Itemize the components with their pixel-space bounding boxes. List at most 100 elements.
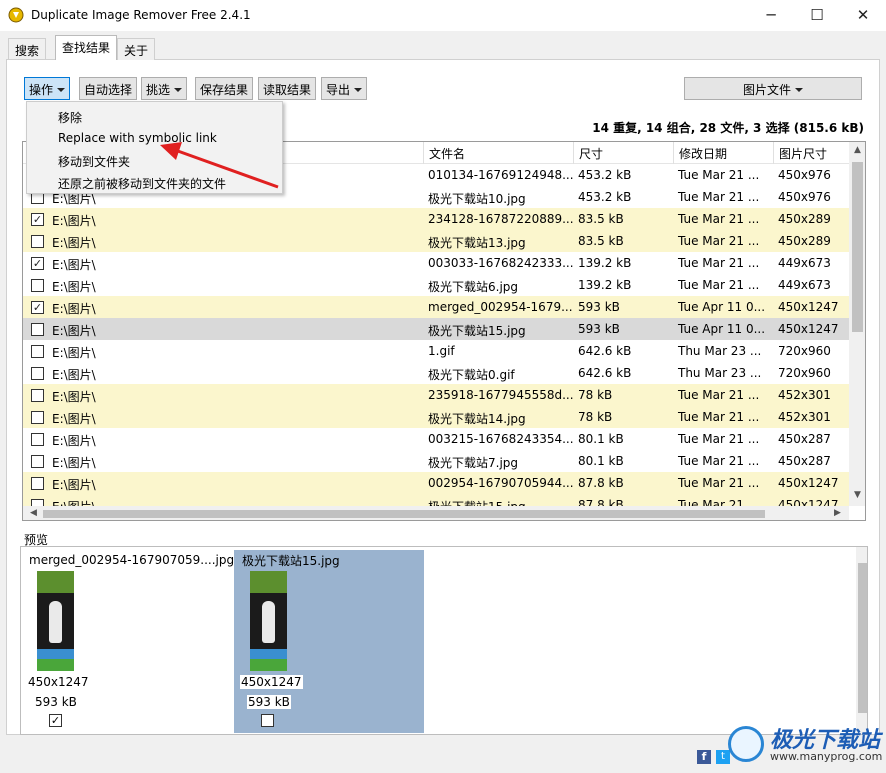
table-row[interactable]: E:\图片\ 极光下载站14.jpg 78 kB Tue Mar 21 ... 452x… bbox=[23, 406, 849, 428]
row-modified: Tue Mar 21 ... bbox=[678, 388, 760, 402]
row-size: 139.2 kB bbox=[578, 278, 632, 292]
table-row[interactable]: E:\图片\ 235918-1677945558d... 78 kB Tue Mar … bbox=[23, 384, 849, 406]
image-files-dropdown-button[interactable]: 图片文件 bbox=[684, 77, 862, 100]
dropdown-arrow-icon bbox=[354, 88, 363, 92]
vertical-scroll-thumb[interactable] bbox=[852, 162, 863, 332]
row-dimensions: 720x960 bbox=[778, 366, 831, 380]
row-checkbox[interactable] bbox=[31, 433, 44, 446]
row-modified: Thu Mar 23 ... bbox=[678, 344, 762, 358]
menu-item-move-to-folder[interactable]: 移动到文件夹 bbox=[27, 149, 282, 171]
tab-results[interactable]: 查找结果 bbox=[55, 35, 118, 60]
row-checkbox[interactable] bbox=[31, 345, 44, 358]
row-dimensions: 450x289 bbox=[778, 212, 831, 226]
column-header-filename[interactable]: 文件名 bbox=[423, 142, 573, 164]
preview-card-selected[interactable]: 极光下载站15.jpg 450x1247 593 kB bbox=[234, 550, 424, 733]
vertical-scrollbar[interactable]: ▲ ▼ bbox=[849, 142, 865, 506]
row-checkbox[interactable] bbox=[31, 499, 44, 506]
auto-select-button[interactable]: 自动选择 bbox=[79, 77, 138, 100]
window-title: Duplicate Image Remover Free 2.4.1 bbox=[31, 8, 251, 22]
minimize-button[interactable]: ─ bbox=[748, 0, 794, 31]
table-row[interactable]: E:\图片\ 002954-16790705944... 87.8 kB Tue Ma… bbox=[23, 472, 849, 494]
row-checkbox[interactable] bbox=[31, 279, 44, 292]
row-size: 593 kB bbox=[578, 322, 620, 336]
row-size: 83.5 kB bbox=[578, 212, 624, 226]
row-checkbox[interactable] bbox=[31, 235, 44, 248]
row-filename: 极光下载站14.jpg bbox=[428, 412, 526, 426]
tab-search[interactable]: 搜索 bbox=[8, 38, 47, 60]
row-filename: 003033-16768242333... bbox=[428, 256, 573, 270]
row-size: 83.5 kB bbox=[578, 234, 624, 248]
preview-checkbox[interactable] bbox=[261, 714, 274, 727]
scroll-up-icon[interactable]: ▲ bbox=[849, 145, 865, 155]
row-modified: Tue Mar 21 ... bbox=[678, 256, 760, 270]
scroll-down-icon[interactable]: ▼ bbox=[849, 490, 865, 500]
row-size: 87.8 kB bbox=[578, 476, 624, 490]
table-row[interactable]: E:\图片\ 极光下载站7.jpg 80.1 kB Tue Mar 21 ... 450… bbox=[23, 450, 849, 472]
row-checkbox[interactable]: ✓ bbox=[31, 213, 44, 226]
table-row[interactable]: E:\图片\ 极光下载站6.jpg 139.2 kB Tue Mar 21 ... 44… bbox=[23, 274, 849, 296]
row-checkbox[interactable] bbox=[31, 367, 44, 380]
preview-thumbnail[interactable] bbox=[250, 571, 287, 671]
close-button[interactable]: ✕ bbox=[840, 0, 886, 31]
preview-card[interactable]: merged_002954-167907059....jpg 450x1247 … bbox=[25, 551, 234, 731]
dropdown-arrow-icon bbox=[57, 88, 66, 92]
preview-scroll-thumb[interactable] bbox=[858, 563, 867, 713]
tab-about[interactable]: 关于 bbox=[117, 38, 156, 60]
column-header-modified[interactable]: 修改日期 bbox=[673, 142, 773, 164]
row-size: 593 kB bbox=[578, 300, 620, 314]
scroll-left-icon[interactable]: ◀ bbox=[25, 508, 42, 518]
row-filename: 极光下载站6.jpg bbox=[428, 280, 519, 294]
row-checkbox[interactable] bbox=[31, 477, 44, 490]
row-size: 78 kB bbox=[578, 388, 613, 402]
watermark-url: www.manyprog.com bbox=[770, 750, 883, 763]
dropdown-arrow-icon bbox=[174, 88, 183, 92]
row-path: E:\图片\ bbox=[52, 236, 96, 250]
actions-dropdown-button[interactable]: 操作 bbox=[24, 77, 71, 100]
row-filename: 010134-16769124948... bbox=[428, 168, 573, 182]
row-checkbox[interactable]: ✓ bbox=[31, 301, 44, 314]
results-grid: 文件名 尺寸 修改日期 图片尺寸 010134-16769124948... 45… bbox=[22, 141, 866, 521]
row-modified: Tue Mar 21 ... bbox=[678, 278, 760, 292]
table-row[interactable]: ✓ E:\图片\ merged_002954-1679... 593 kB Tue Ap… bbox=[23, 296, 849, 318]
column-header-size[interactable]: 尺寸 bbox=[573, 142, 673, 164]
horizontal-scroll-thumb[interactable] bbox=[43, 510, 765, 518]
menu-item-symbolic-link[interactable]: Replace with symbolic link bbox=[27, 127, 282, 149]
row-checkbox[interactable]: ✓ bbox=[31, 257, 44, 270]
row-path: E:\图片\ bbox=[47, 494, 423, 506]
row-checkbox[interactable] bbox=[31, 323, 44, 336]
row-modified: Tue Mar 21 ... bbox=[678, 234, 760, 248]
export-dropdown-button[interactable]: 导出 bbox=[321, 77, 368, 100]
row-checkbox[interactable] bbox=[31, 389, 44, 402]
row-checkbox[interactable] bbox=[31, 455, 44, 468]
horizontal-scrollbar[interactable]: ◀ ▶ bbox=[23, 506, 849, 520]
load-results-button[interactable]: 读取结果 bbox=[258, 77, 317, 100]
column-header-dimensions[interactable]: 图片尺寸 bbox=[773, 142, 849, 164]
row-dimensions: 452x301 bbox=[778, 388, 831, 402]
row-modified: Tue Mar 21 ... bbox=[678, 212, 760, 226]
table-row[interactable]: ✓ E:\图片\ 234128-16787220889... 83.5 kB Tue M… bbox=[23, 208, 849, 230]
table-row[interactable]: E:\图片\ 极光下载站15.jpg 593 kB Tue Apr 11 0... 45… bbox=[23, 318, 849, 340]
scroll-right-icon[interactable]: ▶ bbox=[829, 508, 846, 518]
menu-item-remove[interactable]: 移除 bbox=[27, 105, 282, 127]
table-row[interactable]: E:\图片\ 1.gif 642.6 kB Thu Mar 23 ... 720x960 bbox=[23, 340, 849, 362]
menu-item-restore-moved[interactable]: 还原之前被移动到文件夹的文件 bbox=[27, 171, 282, 193]
preview-filename: 极光下载站15.jpg bbox=[242, 554, 340, 568]
table-row[interactable]: E:\图片\ 极光下载站13.jpg 83.5 kB Tue Mar 21 ... 45… bbox=[23, 230, 849, 252]
table-row[interactable]: ✓ E:\图片\ 003033-16768242333... 139.2 kB Tue … bbox=[23, 252, 849, 274]
preview-thumbnail[interactable] bbox=[37, 571, 74, 671]
row-dimensions: 450x976 bbox=[778, 168, 831, 182]
pick-dropdown-button[interactable]: 挑选 bbox=[141, 77, 188, 100]
maximize-button[interactable]: ☐ bbox=[794, 0, 840, 31]
preview-size: 593 kB bbox=[35, 695, 77, 709]
row-checkbox[interactable] bbox=[31, 411, 44, 424]
save-results-button[interactable]: 保存结果 bbox=[195, 77, 254, 100]
title-bar: Duplicate Image Remover Free 2.4.1 ─ ☐ ✕ bbox=[0, 0, 886, 31]
preview-scrollbar[interactable] bbox=[856, 547, 867, 734]
table-row[interactable]: E:\图片\极光下载站15.jpg 87.8 kB Tue Mar 21 ... 45… bbox=[23, 494, 849, 506]
table-row[interactable]: E:\图片\ 003215-16768243354... 80.1 kB Tue Ma… bbox=[23, 428, 849, 450]
preview-checkbox[interactable]: ✓ bbox=[49, 714, 62, 727]
table-row[interactable]: E:\图片\ 极光下载站0.gif 642.6 kB Thu Mar 23 ... 72… bbox=[23, 362, 849, 384]
row-size: 80.1 kB bbox=[578, 432, 624, 446]
actions-label: 操作 bbox=[29, 83, 54, 97]
row-dimensions: 449x673 bbox=[778, 278, 831, 292]
